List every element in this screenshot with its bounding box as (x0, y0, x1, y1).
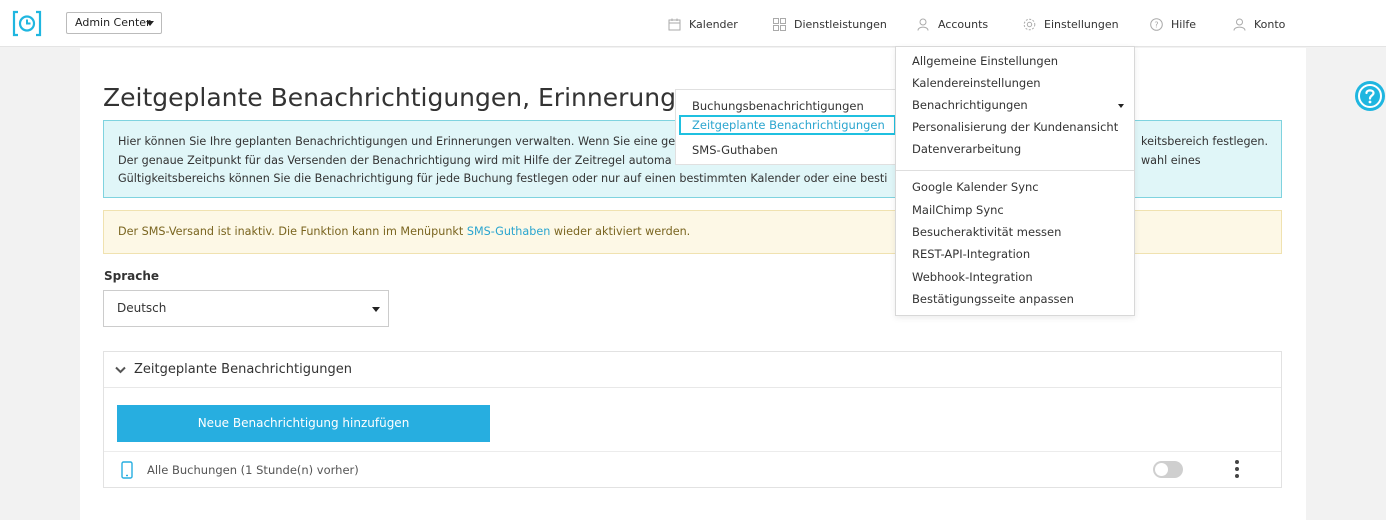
phone-icon (121, 461, 133, 479)
caret-down-icon (1118, 104, 1124, 108)
menu-item-datenverarbeitung[interactable]: Datenverarbeitung (912, 142, 1021, 156)
nav-kalender[interactable]: Kalender (668, 16, 738, 32)
help-icon: ? (1150, 17, 1163, 31)
nav-hilfe[interactable]: ? Hilfe (1150, 16, 1196, 32)
nav-einstellungen[interactable]: Einstellungen (1023, 16, 1119, 32)
caret-down-icon (146, 21, 154, 26)
gear-icon (1023, 18, 1036, 30)
svg-text:?: ? (1154, 20, 1158, 29)
menu-item-allgemeine[interactable]: Allgemeine Einstellungen (912, 54, 1058, 68)
menu-item-mailchimp-sync[interactable]: MailChimp Sync (912, 203, 1004, 217)
menu-item-kalendereinstellungen[interactable]: Kalendereinstellungen (912, 76, 1041, 90)
language-label: Sprache (104, 269, 160, 283)
language-select[interactable]: Deutsch (103, 290, 389, 327)
nav-konto[interactable]: Konto (1233, 16, 1285, 32)
calendar-icon (668, 18, 681, 30)
accordion-header[interactable]: Zeitgeplante Benachrichtigungen (104, 352, 1281, 388)
submenu-item-sms-guthaben[interactable]: SMS-Guthaben (692, 143, 778, 157)
menu-item-benachrichtigungen[interactable]: Benachrichtigungen (912, 98, 1028, 112)
nav-accounts[interactable]: Accounts (917, 16, 988, 32)
nav-accounts-label: Accounts (938, 17, 989, 31)
notification-toggle[interactable] (1153, 461, 1183, 478)
notifications-submenu: Buchungsbenachrichtigungen Zeitgeplante … (675, 89, 896, 165)
menu-item-besucheraktivitaet[interactable]: Besucheraktivität messen (912, 225, 1061, 239)
accordion-title: Zeitgeplante Benachrichtigungen (134, 362, 352, 377)
nav-einstellungen-label: Einstellungen (1044, 17, 1119, 31)
menu-divider (896, 170, 1134, 171)
notification-row[interactable]: Alle Buchungen (1 Stunde(n) vorher) (104, 451, 1281, 488)
language-value: Deutsch (117, 301, 167, 315)
help-circle-icon (1355, 81, 1385, 111)
admin-center-select[interactable]: Admin Center (66, 12, 162, 34)
sms-guthaben-link[interactable]: SMS-Guthaben (467, 225, 550, 238)
settings-dropdown: Allgemeine Einstellungen Kalendereinstel… (895, 46, 1135, 316)
submenu-item-zeitgeplante[interactable]: Zeitgeplante Benachrichtigungen (679, 115, 896, 135)
menu-item-personalisierung[interactable]: Personalisierung der Kundenansicht (912, 120, 1118, 134)
notification-label: Alle Buchungen (1 Stunde(n) vorher) (147, 463, 359, 477)
admin-center-label: Admin Center (75, 16, 151, 29)
caret-down-icon (372, 307, 380, 312)
add-notification-button[interactable]: Neue Benachrichtigung hinzufügen (117, 405, 490, 442)
nav-dienstleistungen-label: Dienstleistungen (794, 17, 887, 31)
chevron-down-icon (115, 366, 126, 373)
nav-hilfe-label: Hilfe (1171, 17, 1197, 31)
nav-konto-label: Konto (1254, 17, 1286, 31)
menu-item-webhook[interactable]: Webhook-Integration (912, 270, 1033, 284)
user-icon (1233, 18, 1246, 31)
menu-item-google-sync[interactable]: Google Kalender Sync (912, 180, 1039, 194)
grid-icon (773, 17, 786, 31)
toggle-knob (1155, 463, 1168, 476)
page-title: Zeitgeplante Benachrichtigungen, Erinner… (103, 83, 676, 112)
menu-item-rest-api[interactable]: REST-API-Integration (912, 247, 1030, 261)
more-options-icon[interactable] (1233, 460, 1241, 480)
submenu-item-buchungsbenachrichtigungen[interactable]: Buchungsbenachrichtigungen (692, 99, 864, 113)
scheduled-notifications-panel: Zeitgeplante Benachrichtigungen Neue Ben… (103, 351, 1282, 488)
help-button[interactable] (1354, 80, 1386, 112)
nav-dienstleistungen[interactable]: Dienstleistungen (773, 16, 887, 32)
users-icon (917, 18, 929, 31)
menu-item-bestaetigungsseite[interactable]: Bestätigungsseite anpassen (912, 292, 1074, 306)
logo-icon[interactable] (12, 10, 42, 37)
top-bar: Admin Center Kalender Dienstleistungen A… (0, 0, 1386, 47)
nav-kalender-label: Kalender (689, 17, 738, 31)
